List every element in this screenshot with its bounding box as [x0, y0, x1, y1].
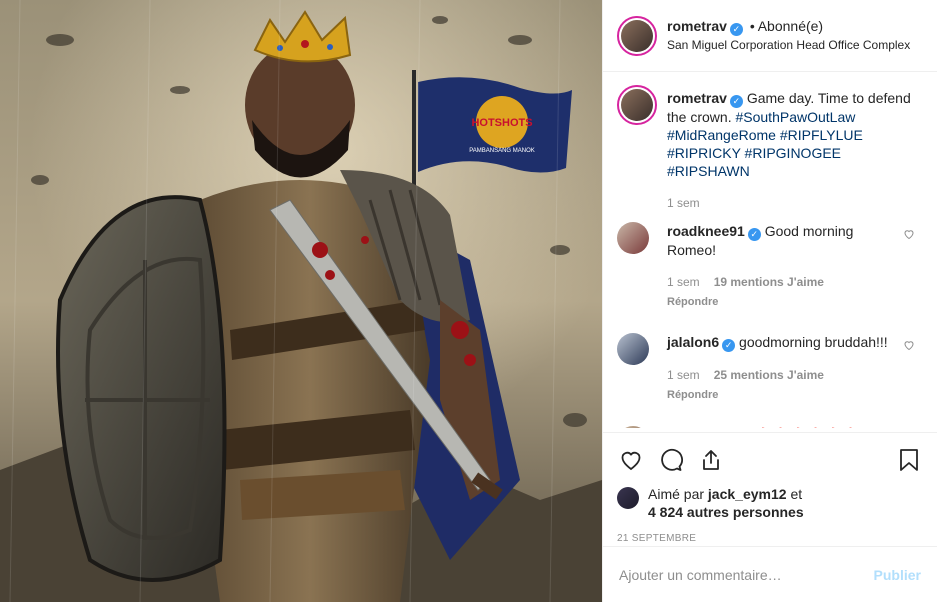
caption: rometrav ✓ Game day. Time to defend the c… — [617, 85, 923, 212]
post-date[interactable]: 21 SEPTEMBRE — [617, 533, 923, 544]
caption-time[interactable]: 1 sem — [667, 194, 912, 212]
add-comment-bar: Publier — [603, 546, 937, 602]
comment-input[interactable] — [619, 566, 874, 583]
comment-item: jalalon6 ✓ goodmorning bruddah!!! 1 sem 25… — [617, 333, 923, 404]
comment-item: roadknee91 ✓ Good morning Romeo! 1 sem 19 … — [617, 222, 923, 311]
comment-username[interactable]: kingjames — [667, 427, 735, 428]
publish-button[interactable]: Publier — [874, 567, 921, 583]
separator-dot: • — [749, 18, 755, 34]
post-header: rometrav ✓ • Abonné(e) San Miguel Corporat… — [603, 0, 937, 72]
liked-by-and: et — [790, 486, 803, 502]
comment-text: 🔥🔥🔥🔥🔥🔥 — [755, 427, 860, 428]
comment-item: kingjames✓ 🔥🔥🔥🔥🔥🔥 — [617, 426, 923, 428]
comment-bubble-icon[interactable] — [657, 446, 685, 474]
liked-by-prefix: Aimé par — [648, 486, 705, 502]
comment-username[interactable]: jalalon6 — [667, 334, 719, 350]
author-username[interactable]: rometrav — [667, 18, 727, 34]
likes-count[interactable]: 4 824 autres personnes — [648, 504, 804, 520]
post-actions: Aimé par jack_eym12 et 4 824 autres pers… — [603, 432, 937, 547]
verified-badge-icon: ✓ — [722, 339, 736, 352]
comment-likes[interactable]: 25 mentions J'aime — [714, 368, 824, 382]
like-heart-icon[interactable] — [617, 446, 645, 474]
liked-by-user[interactable]: jack_eym12 — [708, 486, 787, 502]
post-image[interactable]: HOTSHOTS PAMBANSANG MANOK — [0, 0, 602, 602]
like-comment-heart-icon[interactable] — [903, 228, 915, 240]
likes-summary: Aimé par jack_eym12 et 4 824 autres pers… — [617, 485, 923, 521]
commenter-avatar[interactable] — [617, 426, 649, 428]
comment-username[interactable]: roadknee91 — [667, 223, 745, 239]
follow-status[interactable]: Abonné(e) — [758, 18, 823, 34]
comment-time[interactable]: 1 sem — [667, 275, 700, 289]
warrior-illustration: HOTSHOTS PAMBANSANG MANOK — [0, 0, 602, 602]
reply-button[interactable]: Répondre — [667, 386, 897, 404]
verified-badge-icon: ✓ — [747, 228, 761, 241]
instagram-post-view: HOTSHOTS PAMBANSANG MANOK rometrav ✓ • A… — [0, 0, 937, 602]
verified-badge-icon: ✓ — [729, 95, 743, 108]
liker-avatar[interactable] — [617, 487, 639, 509]
caption-avatar[interactable] — [617, 85, 657, 125]
commenter-avatar[interactable] — [617, 222, 649, 254]
post-sidebar: rometrav ✓ • Abonné(e) San Miguel Corporat… — [602, 0, 937, 602]
commenter-avatar[interactable] — [617, 333, 649, 365]
reply-button[interactable]: Répondre — [667, 293, 897, 311]
caption-username[interactable]: rometrav — [667, 90, 727, 106]
author-avatar[interactable] — [617, 15, 657, 56]
caption-body: rometrav ✓ Game day. Time to defend the c… — [667, 89, 912, 212]
comment-text: goodmorning bruddah!!! — [739, 334, 888, 350]
comment-likes[interactable]: 19 mentions J'aime — [714, 275, 824, 289]
bookmark-icon[interactable] — [895, 446, 923, 474]
like-comment-heart-icon[interactable] — [903, 339, 915, 351]
post-location[interactable]: San Miguel Corporation Head Office Compl… — [667, 36, 910, 54]
comment-time[interactable]: 1 sem — [667, 368, 700, 382]
flag-subtext: PAMBANSANG MANOK — [469, 148, 535, 154]
comments-list[interactable]: rometrav ✓ Game day. Time to defend the c… — [603, 73, 937, 428]
flag-text: HOTSHOTS — [471, 117, 532, 129]
verified-badge-icon: ✓ — [729, 23, 743, 36]
share-icon[interactable] — [697, 446, 725, 474]
